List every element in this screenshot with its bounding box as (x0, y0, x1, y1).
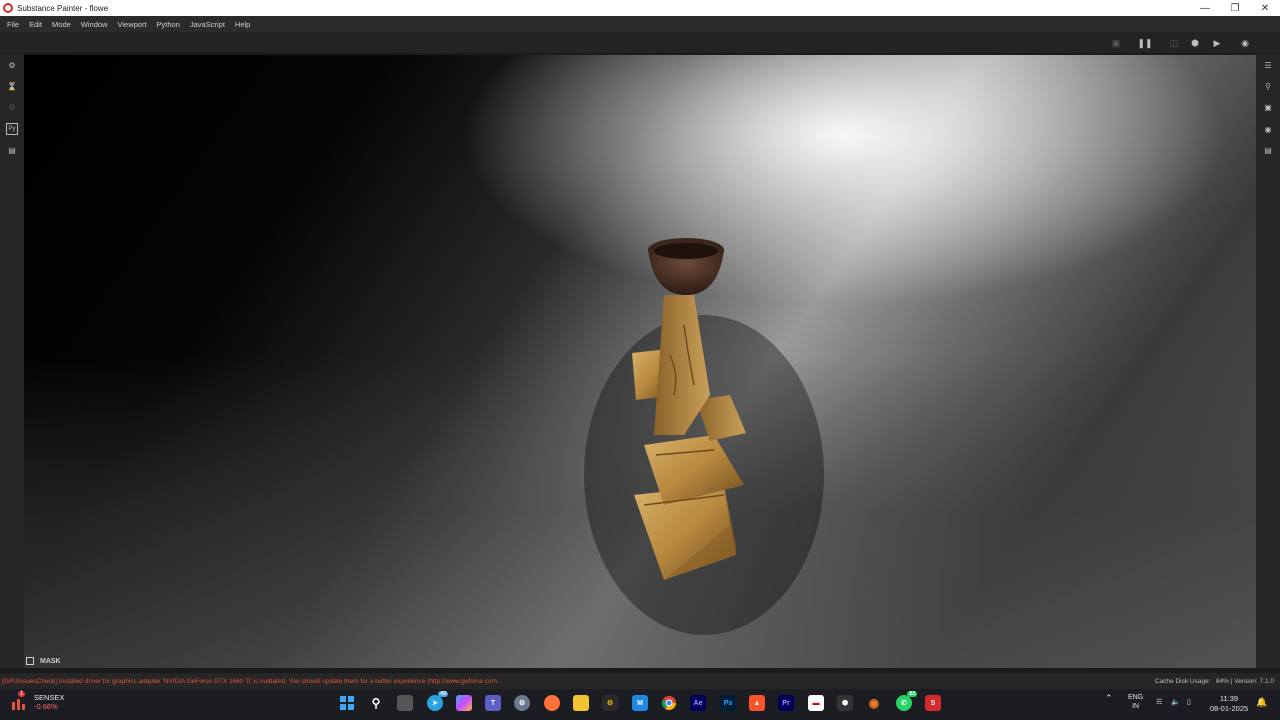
cube-view-icon[interactable]: ⬢ (1188, 36, 1202, 50)
gear-small-icon[interactable]: ⚙ (6, 101, 18, 113)
restore-button[interactable]: ❐ (1220, 0, 1250, 16)
firefox-icon[interactable] (544, 695, 560, 711)
log-icon[interactable]: ▤ (6, 144, 18, 156)
wifi-icon[interactable]: ☴ (1156, 698, 1162, 706)
gallery-app-icon[interactable]: ⚙ (602, 695, 618, 711)
menu-help[interactable]: Help (230, 20, 255, 29)
display-mode-icon[interactable]: ◫ (1167, 36, 1181, 50)
3d-viewport[interactable] (24, 55, 1256, 668)
premiere-pro-icon[interactable]: Pr (778, 695, 794, 711)
zoom-icon[interactable]: ⚲ (1262, 80, 1274, 92)
clock-date: 08-01-2025 (1209, 704, 1249, 713)
stock-change: -0.66% (34, 702, 58, 711)
viewport-toolbar (0, 32, 1280, 54)
menu-javascript[interactable]: JavaScript (185, 20, 230, 29)
close-button[interactable]: ✕ (1250, 0, 1280, 16)
chrome-icon[interactable] (661, 695, 677, 711)
environment-icon[interactable]: ◉ (1262, 123, 1274, 135)
title-bar: Substance Painter - flowe — ❐ ✕ (0, 0, 1280, 16)
file-explorer-icon[interactable] (573, 695, 589, 711)
language-bottom: IN (1132, 703, 1140, 710)
python-plugin-icon[interactable]: Py (6, 123, 18, 135)
layers-icon[interactable]: ☰ (1262, 59, 1274, 71)
bowl-inside (654, 243, 718, 259)
task-view-icon[interactable] (397, 695, 413, 711)
status-bar: [GPUIssuesCheck] Installed driver for gr… (0, 673, 1280, 689)
copilot-icon[interactable] (456, 695, 472, 711)
screenshot-disabled-icon[interactable]: ▣ (1109, 36, 1123, 50)
stock-name: SENSEX (34, 693, 65, 702)
minimize-button[interactable]: — (1190, 0, 1220, 16)
whatsapp-icon[interactable]: ✆ 53 (896, 691, 917, 711)
mask-label: MASK (40, 657, 61, 665)
unity-icon[interactable]: ⬢ (837, 695, 853, 711)
menu-python[interactable]: Python (152, 20, 185, 29)
window-title: Substance Painter - flowe (17, 3, 109, 13)
menu-file[interactable]: File (2, 20, 24, 29)
menu-mode[interactable]: Mode (47, 20, 76, 29)
battery-icon[interactable]: ▯ (1187, 698, 1191, 706)
language-top: ENG (1128, 694, 1144, 701)
menu-bar: File Edit Mode Window Viewport Python Ja… (0, 16, 1280, 32)
telegram-badge: 43 (438, 691, 448, 697)
teams-icon[interactable]: T (485, 695, 501, 711)
after-effects-icon[interactable]: Ae (690, 695, 706, 711)
blender-icon[interactable]: ◉ (866, 695, 882, 711)
clock[interactable]: 11:39 08-01-2025 (1206, 694, 1252, 714)
clock-time: 11:39 (1219, 694, 1239, 703)
stock-widget[interactable]: 1 SENSEX -0.66% (10, 691, 65, 711)
m-app-icon[interactable]: M (632, 695, 648, 711)
substance-painter-logo-icon (3, 3, 13, 13)
version-label: | Version: 7.1.0 (1230, 677, 1274, 685)
pause-icon[interactable]: ❚❚ (1137, 36, 1152, 50)
3d-model-render[interactable] (24, 55, 1256, 668)
gpu-warning-message[interactable]: [GPUIssuesCheck] Installed driver for gr… (2, 678, 502, 685)
settings-app-icon[interactable]: ⚙ (514, 695, 530, 711)
notification-bell-icon[interactable]: 🔔 (1256, 697, 1267, 708)
media-app-icon[interactable]: ▬ (808, 695, 824, 711)
menu-window[interactable]: Window (76, 20, 113, 29)
cache-usage: Cache Disk Usage: 84% | Version: 7.1.0 (1155, 678, 1274, 685)
volume-icon[interactable]: 🔈 (1171, 698, 1180, 706)
settings-icon[interactable]: ⚙ (6, 59, 18, 71)
stock-chart-icon: 1 (10, 691, 28, 711)
brave-icon[interactable]: ▲ (749, 695, 765, 711)
telegram-icon[interactable]: ➤ 43 (427, 691, 448, 711)
snapshot-icon[interactable]: ◉ (1238, 36, 1252, 50)
photoshop-icon[interactable]: Ps (720, 695, 736, 711)
mask-toggle[interactable]: MASK (26, 655, 61, 667)
camera-icon[interactable]: ▶ (1210, 36, 1224, 50)
substance-painter-taskbar-icon[interactable]: S (925, 695, 941, 711)
mask-checkbox[interactable] (26, 657, 34, 665)
properties-icon[interactable]: ▤ (1262, 144, 1274, 156)
hourglass-icon[interactable]: ⌛ (6, 80, 18, 92)
menu-viewport[interactable]: Viewport (112, 20, 151, 29)
display-settings-icon[interactable]: ▣ (1262, 101, 1274, 113)
language-indicator[interactable]: ENG IN (1128, 693, 1143, 711)
search-icon[interactable]: ⚲ (368, 695, 384, 711)
menu-edit[interactable]: Edit (24, 20, 47, 29)
cache-label: Cache Disk Usage: (1154, 677, 1211, 685)
whatsapp-badge: 53 (907, 691, 917, 697)
windows-start-icon[interactable] (339, 695, 355, 711)
chevron-up-icon[interactable]: ⌃ (1105, 693, 1113, 704)
cache-value: 84% (1215, 677, 1229, 685)
